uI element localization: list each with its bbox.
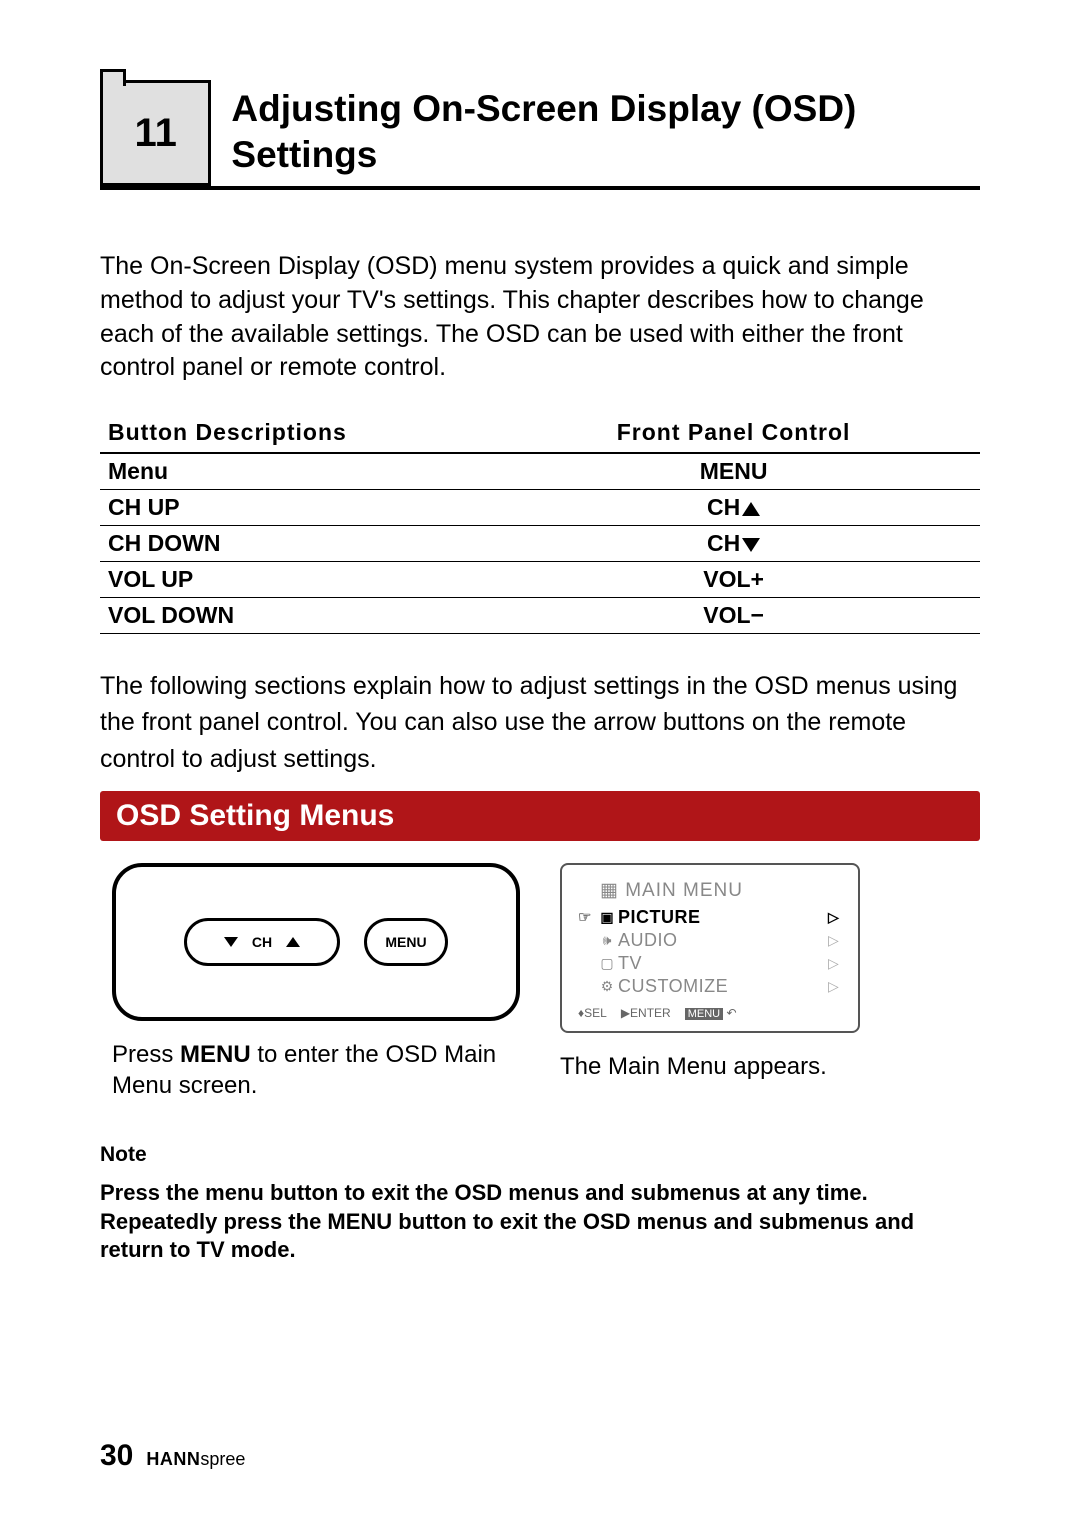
page-footer: 30 HANNspree: [100, 1439, 245, 1473]
osd-menu-item: ☞ ▣ PICTURE ▷: [578, 906, 842, 929]
ch-label: CH: [252, 934, 272, 950]
osd-screen-illustration: ▦ MAIN MENU ☞ ▣ PICTURE ▷ 🕪 AUDIO ▷ ▢ TV: [560, 863, 860, 1033]
table-cell-ctrl: VOL−: [487, 598, 980, 634]
table-row: CH UP CH: [100, 490, 980, 526]
menu-label: MENU: [385, 934, 426, 950]
table-cell-ctrl: CH: [487, 490, 980, 526]
osd-hint-bar: ♦SEL ▶ENTER MENU ↶: [578, 1006, 842, 1020]
hint-menu: MENU ↶: [685, 1006, 737, 1020]
table-header-ctrl: Front Panel Control: [487, 413, 980, 453]
picture-icon: ▣: [596, 909, 618, 926]
brand-rest: spree: [200, 1449, 245, 1469]
chapter-number: 11: [135, 111, 177, 156]
table-cell-desc: VOL DOWN: [100, 598, 487, 634]
tv-icon: ▢: [596, 955, 618, 972]
menu-button-illustration: MENU: [364, 918, 448, 966]
caption-left: Press MENU to enter the OSD Main Menu sc…: [112, 1039, 520, 1101]
page-number: 30: [100, 1439, 133, 1472]
brand-bold: HANN: [146, 1449, 200, 1469]
note-body: Press the menu button to exit the OSD me…: [100, 1179, 980, 1265]
pointer-icon: ☞: [578, 908, 596, 926]
triangle-up-icon: [742, 502, 760, 516]
table-cell-desc: VOL UP: [100, 562, 487, 598]
note-heading: Note: [100, 1143, 980, 1167]
table-row: VOL UP VOL+: [100, 562, 980, 598]
triangle-down-icon: [224, 937, 238, 947]
chevron-right-icon: ▷: [828, 932, 842, 949]
triangle-down-icon: [742, 538, 760, 552]
osd-menu-item: 🕪 AUDIO ▷: [578, 929, 842, 952]
ch-button-illustration: CH: [184, 918, 340, 966]
osd-menu-item: ⚙ CUSTOMIZE ▷: [578, 975, 842, 998]
table-cell-ctrl: MENU: [487, 453, 980, 490]
table-cell-ctrl: CH: [487, 526, 980, 562]
table-cell-desc: Menu: [100, 453, 487, 490]
chevron-right-icon: ▷: [828, 955, 842, 972]
audio-icon: 🕪: [596, 932, 618, 949]
table-cell-ctrl: VOL+: [487, 562, 980, 598]
triangle-up-icon: [286, 937, 300, 947]
table-row: VOL DOWN VOL−: [100, 598, 980, 634]
osd-banner: OSD Setting Menus: [100, 791, 980, 841]
chapter-header: 11 Adjusting On-Screen Display (OSD) Set…: [100, 80, 980, 190]
table-header-desc: Button Descriptions: [100, 413, 487, 453]
front-panel-illustration: CH MENU: [112, 863, 520, 1021]
hint-sel: ♦SEL: [578, 1006, 607, 1020]
table-cell-desc: CH DOWN: [100, 526, 487, 562]
table-cell-desc: CH UP: [100, 490, 487, 526]
intro-paragraph: The On-Screen Display (OSD) menu system …: [100, 250, 980, 385]
caption-right: The Main Menu appears.: [560, 1051, 968, 1082]
customize-icon: ⚙: [596, 978, 618, 995]
table-row: CH DOWN CH: [100, 526, 980, 562]
table-row: Menu MENU: [100, 453, 980, 490]
chevron-right-icon: ▷: [828, 978, 842, 995]
osd-screen-title: ▦ MAIN MENU: [600, 879, 842, 902]
paragraph-2: The following sections explain how to ad…: [100, 668, 980, 777]
hint-enter: ▶ENTER: [621, 1006, 671, 1020]
chapter-tab-icon: [100, 69, 126, 86]
osd-row: CH MENU Press MENU to enter the OSD Main…: [100, 841, 980, 1113]
osd-menu-item: ▢ TV ▷: [578, 952, 842, 975]
chapter-title: Adjusting On-Screen Display (OSD) Settin…: [231, 80, 980, 186]
button-table: Button Descriptions Front Panel Control …: [100, 413, 980, 634]
chevron-right-icon: ▷: [828, 909, 842, 926]
chapter-number-box: 11: [100, 80, 211, 186]
